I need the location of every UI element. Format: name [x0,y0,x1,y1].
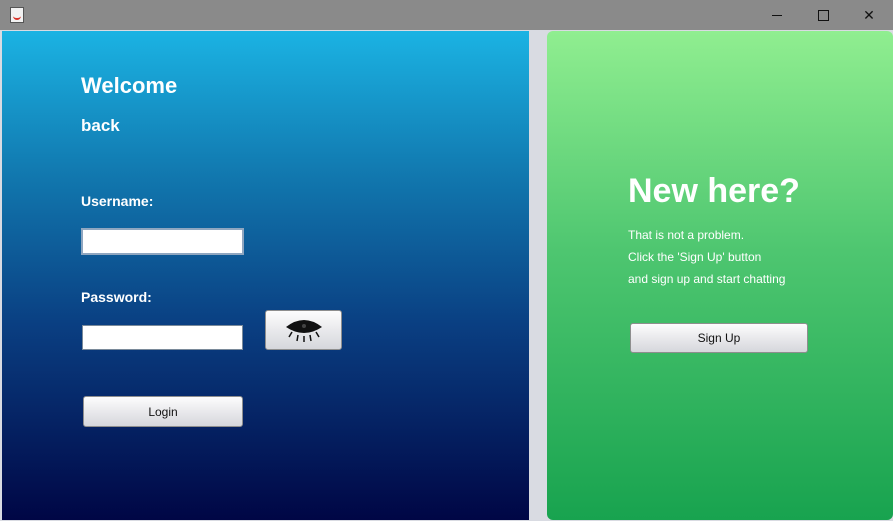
title-bar: ✕ [0,0,893,30]
minimize-icon [772,14,782,16]
welcome-subtitle: back [81,116,120,135]
password-label: Password: [81,289,152,305]
minimize-button[interactable] [754,0,800,30]
java-app-icon [10,7,24,23]
signup-text-line3: and sign up and start chatting [628,272,786,286]
maximize-button[interactable] [800,0,846,30]
maximize-icon [817,9,829,21]
close-button[interactable]: ✕ [846,0,892,30]
signup-button[interactable]: Sign Up [630,323,808,353]
signup-text-line2: Click the 'Sign Up' button [628,250,762,264]
close-icon: ✕ [863,6,875,23]
username-field[interactable] [81,228,244,255]
show-password-button[interactable] [265,310,342,350]
eye-icon [285,320,322,342]
password-field[interactable] [82,325,243,350]
signup-text-line1: That is not a problem. [628,228,745,242]
username-label: Username: [81,193,154,209]
welcome-title: Welcome [81,73,178,98]
login-button[interactable]: Login [83,396,243,427]
signup-heading: New here? [628,172,800,210]
signup-panel: New here? That is not a problem. Click t… [547,31,893,520]
login-panel: Welcome back Username: Password: Login [2,31,529,520]
